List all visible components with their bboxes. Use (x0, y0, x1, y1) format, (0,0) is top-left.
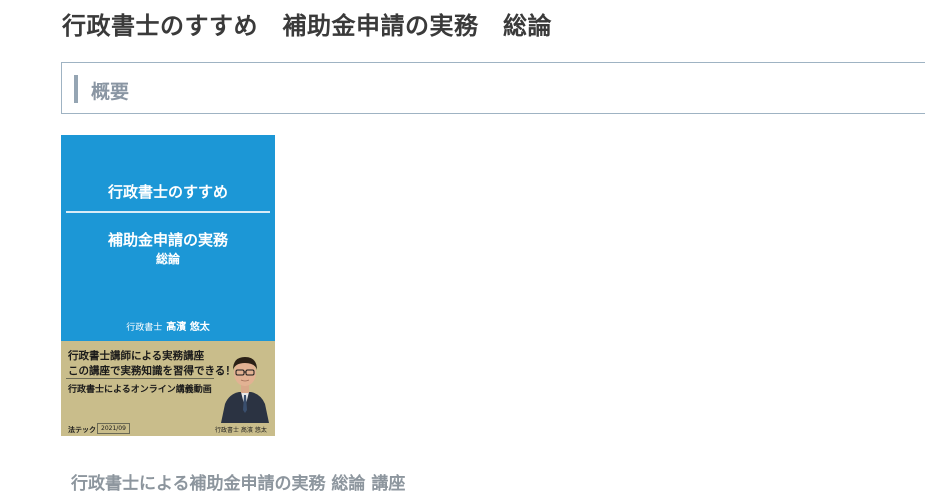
course-cover-image[interactable]: 行政書士のすすめ 補助金申請の実務 総論 行政書士 髙濱 悠太 行政書士講師による… (61, 135, 275, 436)
cover-pub-date: 2021/09 (97, 423, 130, 434)
cover-bottom-panel: 行政書士講師による実務講座 この講座で実務知識を習得できる！ 行政書士によるオン… (61, 341, 275, 436)
cover-publisher: 法テック (68, 426, 96, 434)
cover-author-role: 行政書士 (126, 323, 163, 333)
cover-promo-line-1: 行政書士講師による実務講座 (68, 350, 205, 362)
cover-promo-line-2: この講座で実務知識を習得できる！ (68, 365, 236, 377)
page-title: 行政書士のすすめ 補助金申請の実務 総論 (62, 12, 552, 40)
section-title: 概要 (91, 81, 130, 103)
cover-divider (66, 211, 270, 213)
cover-author-name: 髙濱 悠太 (166, 322, 210, 333)
cover-instructor-caption: 行政書士 髙濱 悠太 (215, 427, 267, 434)
instructor-portrait (221, 357, 269, 423)
cover-promo-divider (66, 378, 214, 379)
cover-author: 行政書士 髙濱 悠太 (61, 318, 275, 333)
cover-subtitle: 総論 (155, 252, 180, 266)
cover-top-panel: 行政書士のすすめ 補助金申請の実務 総論 行政書士 髙濱 悠太 (61, 135, 275, 341)
cover-series-title: 行政書士のすすめ (107, 183, 228, 201)
cover-book-title: 補助金申請の実務 (107, 231, 228, 249)
cover-promo-line-3: 行政書士によるオンライン講義動画 (68, 385, 212, 395)
course-title-link[interactable]: 行政書士による補助金申請の実務 総論 講座 (71, 469, 405, 494)
overview-section-header: 概要 (61, 62, 925, 114)
section-accent-bar (74, 75, 78, 103)
